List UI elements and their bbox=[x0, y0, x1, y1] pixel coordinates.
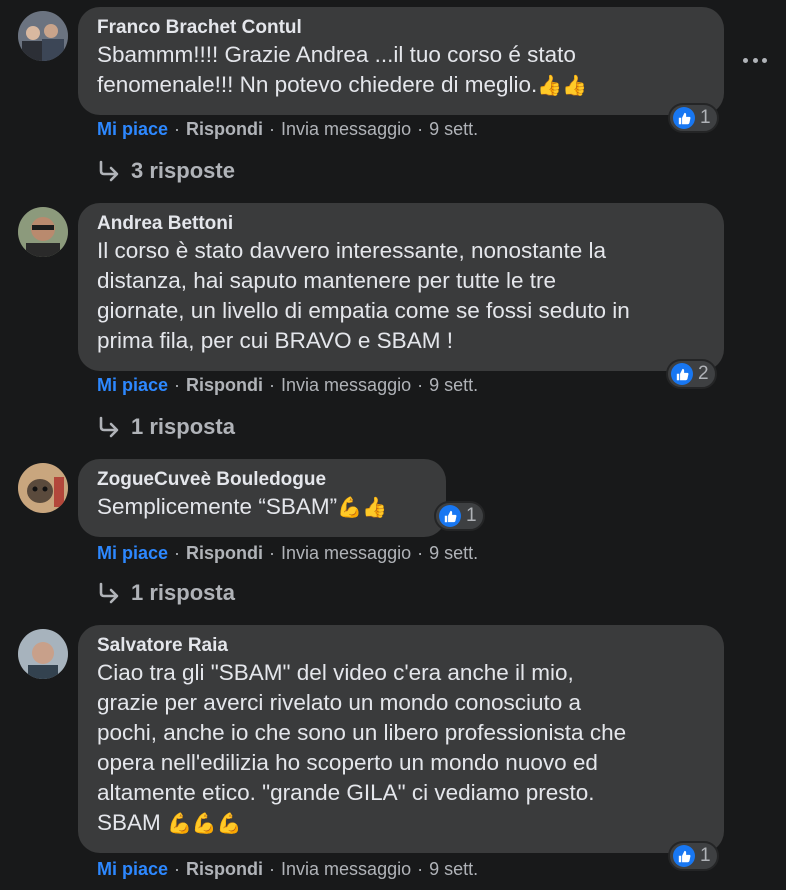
reaction-count: 2 bbox=[698, 363, 709, 384]
send-message-link[interactable]: Invia messaggio bbox=[281, 859, 411, 879]
comment-text: Ciao tra gli "SBAM" del video c'era anch… bbox=[97, 658, 704, 838]
comment-actions: Mi piace · Rispondi · Invia messaggio · 9 sett… bbox=[97, 859, 479, 879]
reaction-count: 1 bbox=[700, 107, 711, 128]
comment-author[interactable]: Franco Brachet Contul bbox=[97, 16, 704, 40]
comment-text: Semplicemente “SBAM”💪👍 bbox=[97, 492, 426, 522]
reaction-summary[interactable]: 1 bbox=[668, 103, 719, 133]
like-button[interactable]: Mi piace bbox=[97, 543, 168, 563]
comment-author[interactable]: ZogueCuveè Bouledogue bbox=[97, 468, 426, 492]
like-thumb-icon bbox=[439, 505, 461, 527]
reaction-summary[interactable]: 2 bbox=[666, 359, 717, 389]
reply-button[interactable]: Rispondi bbox=[186, 543, 263, 563]
timestamp[interactable]: 9 sett. bbox=[429, 543, 478, 563]
comment-author[interactable]: Salvatore Raia bbox=[97, 634, 704, 658]
reaction-count: 1 bbox=[466, 505, 477, 526]
timestamp[interactable]: 9 sett. bbox=[429, 859, 478, 879]
comment-author[interactable]: Andrea Bettoni bbox=[97, 212, 704, 236]
muscle-emoji-icon: 💪💪💪 bbox=[167, 811, 242, 835]
like-button[interactable]: Mi piace bbox=[97, 119, 168, 139]
like-thumb-icon bbox=[673, 845, 695, 867]
send-message-link[interactable]: Invia messaggio bbox=[281, 119, 411, 139]
reply-button[interactable]: Rispondi bbox=[186, 375, 263, 395]
send-message-link[interactable]: Invia messaggio bbox=[281, 375, 411, 395]
comment-body: Semplicemente “SBAM” bbox=[97, 494, 338, 519]
comment-text: Sbammm!!!! Grazie Andrea ...il tuo corso… bbox=[97, 40, 704, 100]
timestamp[interactable]: 9 sett. bbox=[429, 119, 478, 139]
thumbs-up-emoji-icon: 👍👍 bbox=[537, 73, 588, 97]
like-button[interactable]: Mi piace bbox=[97, 375, 168, 395]
like-button[interactable]: Mi piace bbox=[97, 859, 168, 879]
like-thumb-icon bbox=[673, 107, 695, 129]
avatar[interactable] bbox=[18, 629, 68, 679]
reply-arrow-icon bbox=[99, 416, 119, 438]
replies-count: 3 risposte bbox=[131, 158, 235, 183]
comment-bubble: Salvatore Raia Ciao tra gli "SBAM" del v… bbox=[78, 625, 724, 853]
like-thumb-icon bbox=[671, 363, 693, 385]
avatar[interactable] bbox=[18, 207, 68, 257]
reply-button[interactable]: Rispondi bbox=[186, 859, 263, 879]
replies-count: 1 risposta bbox=[131, 414, 235, 439]
avatar[interactable] bbox=[18, 11, 68, 61]
comment-text: Il corso è stato davvero interessante, n… bbox=[97, 238, 630, 353]
comment-bubble: Andrea Bettoni Il corso è stato davvero … bbox=[78, 203, 724, 371]
replies-count: 1 risposta bbox=[131, 580, 235, 605]
timestamp[interactable]: 9 sett. bbox=[429, 375, 478, 395]
reply-arrow-icon bbox=[99, 160, 119, 182]
comment-actions: Mi piace · Rispondi · Invia messaggio · 9 sett… bbox=[97, 375, 479, 395]
reply-button[interactable]: Rispondi bbox=[186, 119, 263, 139]
comment-actions: Mi piace · Rispondi · Invia messaggio · 9 sett… bbox=[97, 543, 479, 563]
reply-arrow-icon bbox=[99, 582, 119, 604]
view-replies-link[interactable]: 1 risposta bbox=[97, 580, 235, 606]
comment-bubble: ZogueCuveè Bouledogue Semplicemente “SBA… bbox=[78, 459, 446, 537]
reaction-summary[interactable]: 1 bbox=[668, 841, 719, 871]
comment-bubble: Franco Brachet Contul Sbammm!!!! Grazie … bbox=[78, 7, 724, 115]
avatar[interactable] bbox=[18, 463, 68, 513]
more-options-icon[interactable] bbox=[743, 52, 767, 68]
muscle-thumbs-emoji-icon: 💪👍 bbox=[337, 495, 387, 519]
comment-body: Sbammm!!!! Grazie Andrea ...il tuo corso… bbox=[97, 42, 576, 97]
view-replies-link[interactable]: 1 risposta bbox=[97, 414, 235, 440]
comment-body: Ciao tra gli "SBAM" del video c'era anch… bbox=[97, 660, 627, 835]
view-replies-link[interactable]: 3 risposte bbox=[97, 158, 235, 184]
send-message-link[interactable]: Invia messaggio bbox=[281, 543, 411, 563]
reaction-count: 1 bbox=[700, 845, 711, 866]
reaction-summary[interactable]: 1 bbox=[434, 501, 485, 531]
comment-actions: Mi piace · Rispondi · Invia messaggio · 9 sett… bbox=[97, 119, 479, 139]
